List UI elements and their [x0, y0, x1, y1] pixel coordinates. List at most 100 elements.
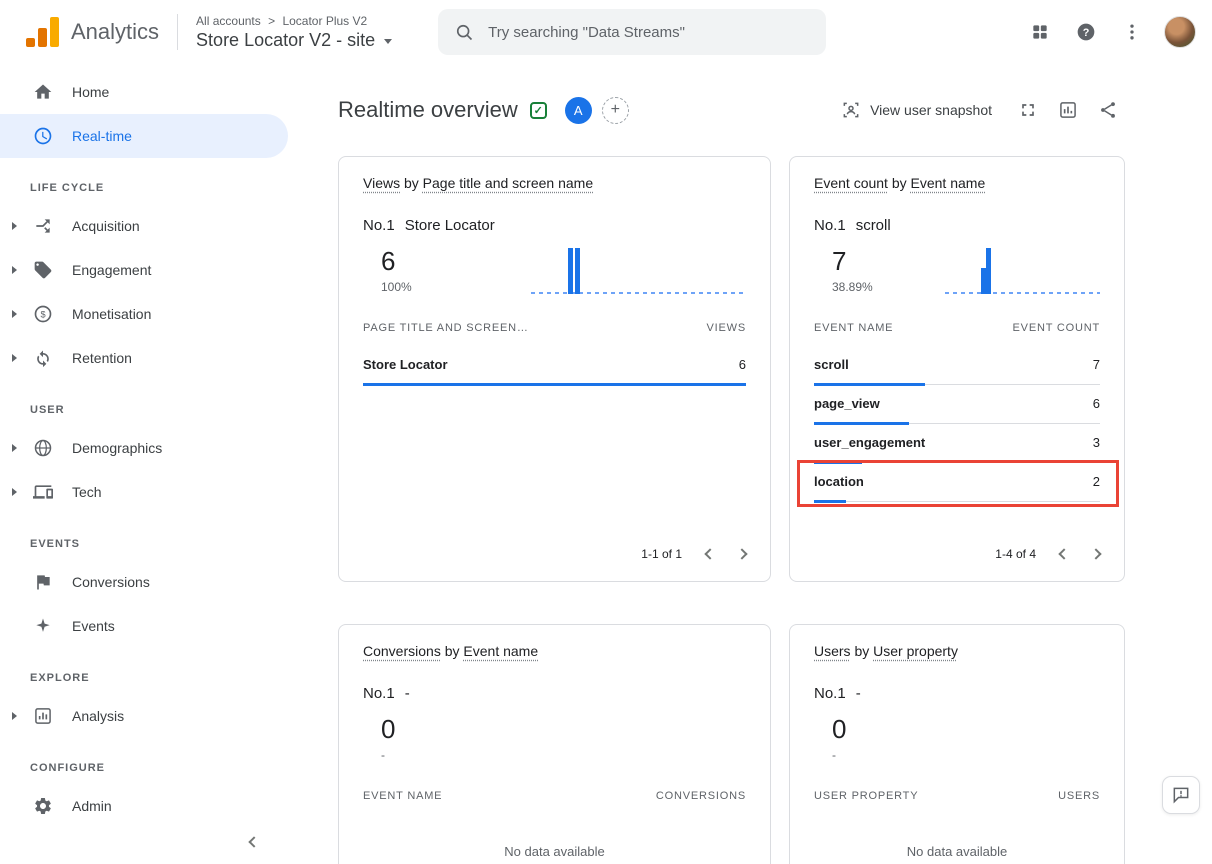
- metric-selector[interactable]: Views: [363, 175, 400, 191]
- analytics-logo[interactable]: [26, 17, 59, 47]
- sidebar-section-configure: CONFIGURE: [0, 738, 292, 784]
- apps-grid-icon: [1030, 22, 1050, 42]
- sidebar-item-retention[interactable]: Retention: [0, 336, 288, 380]
- metric-value: 0: [381, 714, 395, 745]
- card-title: Conversions by Event name: [363, 643, 746, 659]
- search-bar: [438, 9, 826, 55]
- dimension-selector[interactable]: Event name: [463, 643, 538, 659]
- brand-label: Analytics: [71, 19, 159, 45]
- sidebar-item-demographics[interactable]: Demographics: [0, 426, 288, 470]
- sidebar-item-conversions[interactable]: Conversions: [0, 560, 288, 604]
- row-label: scroll: [814, 357, 849, 372]
- rank-label: No.1: [814, 685, 846, 702]
- sidebar-item-events[interactable]: Events: [0, 604, 288, 648]
- sidebar-item-monetisation[interactable]: $ Monetisation: [0, 292, 288, 336]
- account-avatar[interactable]: [1164, 16, 1196, 48]
- dimension-selector[interactable]: User property: [873, 643, 958, 659]
- metric-selector[interactable]: Conversions: [363, 643, 441, 659]
- comparison-chip[interactable]: A: [565, 97, 592, 124]
- sidebar-item-engagement[interactable]: Engagement: [0, 248, 288, 292]
- acquisition-icon: [32, 215, 54, 237]
- sidebar-section-explore: EXPLORE: [0, 648, 292, 694]
- sidebar-item-admin[interactable]: Admin: [0, 784, 288, 828]
- card-title: Event count by Event name: [814, 175, 1100, 191]
- sidebar-section-events: EVENTS: [0, 514, 292, 560]
- view-user-snapshot-button[interactable]: View user snapshot: [841, 100, 992, 120]
- row-label: location: [814, 474, 864, 489]
- add-comparison-button[interactable]: +: [602, 97, 629, 124]
- customize-report-button[interactable]: [1050, 92, 1086, 128]
- property-dropdown[interactable]: Store Locator V2 - site: [196, 30, 392, 51]
- fullscreen-icon: [1018, 100, 1038, 120]
- feedback-button[interactable]: [1162, 776, 1200, 814]
- main-content: Realtime overview ✓ A + View user snapsh…: [292, 64, 1212, 864]
- pagination-label: 1-4 of 4: [995, 547, 1036, 561]
- expand-arrow-icon[interactable]: [12, 712, 17, 720]
- gear-icon: [32, 795, 54, 817]
- metric-value: 6: [381, 246, 412, 277]
- search-input[interactable]: [488, 24, 810, 41]
- sidebar-item-label: Retention: [72, 350, 132, 366]
- dollar-circle-icon: $: [32, 303, 54, 325]
- table-header-dimension: USER PROPERTY: [814, 790, 918, 802]
- fullscreen-button[interactable]: [1010, 92, 1046, 128]
- share-button[interactable]: [1090, 92, 1126, 128]
- card-title: Views by Page title and screen name: [363, 175, 746, 191]
- property-name: Store Locator V2 - site: [196, 30, 375, 51]
- top-item-value: Store Locator: [405, 217, 495, 234]
- table-header-dimension: EVENT NAME: [814, 322, 893, 334]
- row-value: 6: [739, 357, 746, 372]
- more-options-button[interactable]: [1112, 12, 1152, 52]
- card-conversions-by-event-name: Conversions by Event name No.1 - 0 -: [338, 624, 771, 864]
- sidebar-item-acquisition[interactable]: Acquisition: [0, 204, 288, 248]
- table-row: page_view 6: [814, 385, 1100, 424]
- expand-arrow-icon[interactable]: [12, 310, 17, 318]
- sidebar: Home Real-time LIFE CYCLE Acquisition En…: [0, 64, 292, 864]
- help-button[interactable]: ?: [1066, 12, 1106, 52]
- sidebar-item-label: Analysis: [72, 708, 124, 724]
- cards-grid: Views by Page title and screen name No.1…: [338, 156, 1126, 864]
- next-page-button[interactable]: [736, 548, 747, 559]
- globe-icon: [32, 437, 54, 459]
- breadcrumb-account[interactable]: Locator Plus V2: [282, 14, 367, 28]
- sidebar-item-label: Real-time: [72, 128, 132, 144]
- table-header-metric: CONVERSIONS: [656, 790, 746, 802]
- sidebar-item-home[interactable]: Home: [0, 70, 288, 114]
- row-value: 7: [1093, 357, 1100, 372]
- table-row: Store Locator 6: [363, 346, 746, 385]
- sidebar-item-label: Demographics: [72, 440, 162, 456]
- metric-percent: -: [832, 748, 846, 762]
- row-bar: [814, 500, 846, 503]
- expand-arrow-icon[interactable]: [12, 354, 17, 362]
- sidebar-item-label: Conversions: [72, 574, 150, 590]
- property-selector[interactable]: All accounts > Locator Plus V2 Store Loc…: [196, 14, 392, 51]
- metric-selector[interactable]: Users: [814, 643, 851, 659]
- help-icon: ?: [1076, 22, 1096, 42]
- sidebar-item-analysis[interactable]: Analysis: [0, 694, 288, 738]
- metric-selector[interactable]: Event count: [814, 175, 888, 191]
- sidebar-item-tech[interactable]: Tech: [0, 470, 288, 514]
- apps-grid-button[interactable]: [1020, 12, 1060, 52]
- dimension-selector[interactable]: Event name: [911, 175, 986, 191]
- expand-arrow-icon[interactable]: [12, 488, 17, 496]
- collapse-sidebar-button[interactable]: [242, 830, 266, 854]
- expand-arrow-icon[interactable]: [12, 444, 17, 452]
- sidebar-section-lifecycle: LIFE CYCLE: [0, 158, 292, 204]
- dimension-selector[interactable]: Page title and screen name: [423, 175, 593, 191]
- next-page-button[interactable]: [1090, 548, 1101, 559]
- breadcrumb-root[interactable]: All accounts: [196, 14, 261, 28]
- prev-page-button[interactable]: [1058, 548, 1069, 559]
- top-item-row: No.1 -: [814, 685, 1100, 702]
- expand-arrow-icon[interactable]: [12, 266, 17, 274]
- table-header-metric: VIEWS: [707, 322, 746, 334]
- prev-page-button[interactable]: [704, 548, 715, 559]
- sidebar-item-label: Monetisation: [72, 306, 151, 322]
- sidebar-section-user: USER: [0, 380, 292, 426]
- empty-state-text: No data available: [363, 844, 746, 859]
- data-quality-icon[interactable]: ✓: [530, 102, 547, 119]
- row-label: user_engagement: [814, 435, 925, 450]
- expand-arrow-icon[interactable]: [12, 222, 17, 230]
- flag-icon: [32, 571, 54, 593]
- pagination: 1-1 of 1: [641, 547, 746, 561]
- sidebar-item-realtime[interactable]: Real-time: [0, 114, 288, 158]
